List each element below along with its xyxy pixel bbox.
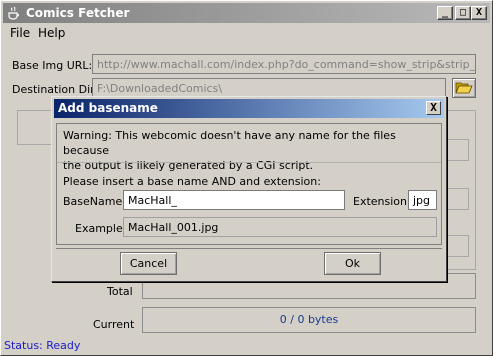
example-label: Example:	[75, 222, 127, 235]
background-button-edge	[17, 110, 55, 145]
example-field: MacHall_001.jpg	[123, 217, 437, 237]
title-bar[interactable]: Comics Fetcher _ □ X	[3, 3, 490, 23]
maximize-button[interactable]: □	[455, 6, 471, 20]
basename-input[interactable]: MacHall_	[123, 190, 345, 210]
current-progress-bar: 0 / 0 bytes	[142, 307, 476, 333]
status-text: Status: Ready	[4, 339, 81, 352]
extension-label: Extension:	[353, 195, 411, 208]
browse-folder-button[interactable]	[452, 78, 476, 98]
menu-file[interactable]: File	[10, 26, 30, 40]
current-label: Current	[93, 318, 135, 331]
close-button[interactable]: X	[471, 6, 487, 20]
add-basename-dialog: Add basename X Warning: This webcomic do…	[51, 96, 447, 282]
background-field-edge-3	[447, 235, 469, 257]
destination-dir-label: Destination Dir:	[12, 83, 99, 96]
warning-message: Warning: This webcomic doesn't have any …	[63, 128, 441, 173]
dialog-close-button[interactable]: X	[426, 101, 441, 115]
menu-bar: File Help	[3, 23, 490, 43]
background-field-edge-1	[447, 139, 469, 161]
folder-open-icon	[455, 82, 473, 94]
base-img-url-label: Base Img URL:	[12, 59, 93, 72]
warning-line-1: Warning: This webcomic doesn't have any …	[63, 129, 396, 157]
dialog-title: Add basename	[58, 101, 158, 115]
java-app-icon	[8, 6, 19, 20]
destination-dir-field[interactable]: F:\DownloadedComics\	[92, 78, 446, 98]
instruction-text: Please insert a base name AND and extens…	[63, 175, 321, 188]
ok-button[interactable]: Ok	[324, 252, 381, 275]
divider	[57, 162, 441, 163]
cancel-button[interactable]: Cancel	[120, 252, 177, 275]
background-field-edge-2	[447, 188, 469, 210]
extension-input[interactable]: jpg	[408, 190, 437, 210]
window-title: Comics Fetcher	[26, 6, 130, 20]
basename-label: BaseName:	[63, 195, 126, 208]
base-img-url-field[interactable]: http://www.machall.com/index.php?do_comm…	[92, 54, 476, 74]
app-window: Comics Fetcher _ □ X File Help Base Img U…	[0, 0, 493, 356]
warning-line-2: the output is likely generated by a CGI …	[63, 159, 314, 172]
dialog-button-separator	[56, 248, 442, 249]
minimize-button[interactable]: _	[437, 6, 453, 20]
dialog-title-bar[interactable]: Add basename X	[54, 99, 444, 118]
total-label: Total	[107, 285, 133, 298]
menu-help[interactable]: Help	[38, 26, 65, 40]
dialog-content-panel: Warning: This webcomic doesn't have any …	[56, 123, 442, 245]
